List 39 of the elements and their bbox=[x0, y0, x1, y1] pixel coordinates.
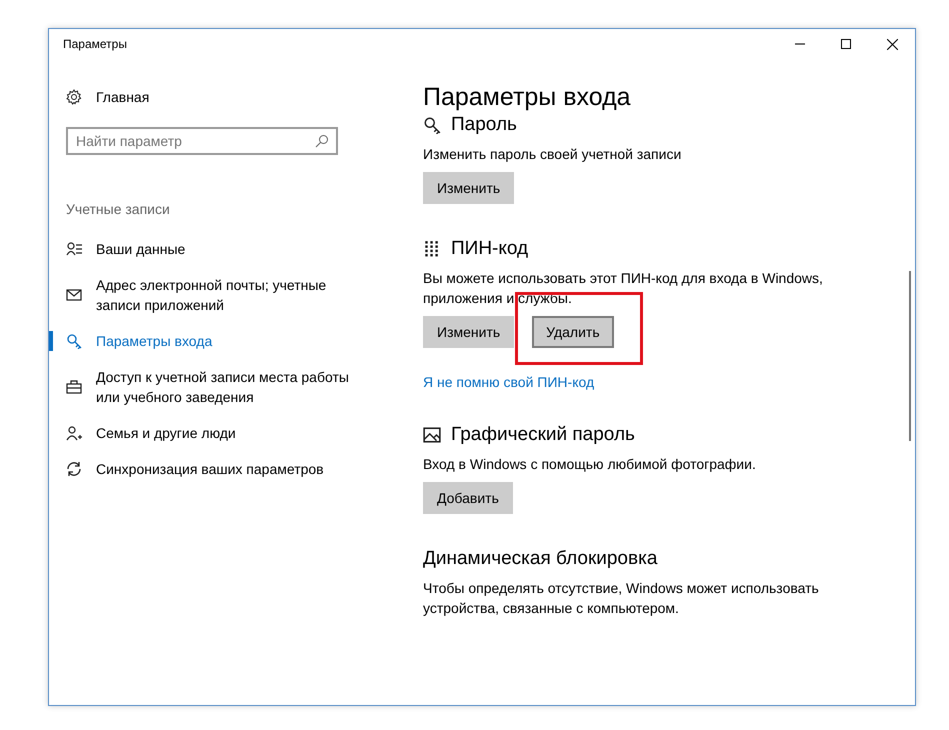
maximize-icon bbox=[841, 39, 851, 49]
close-icon bbox=[886, 38, 898, 50]
minimize-icon bbox=[795, 43, 805, 45]
action-button[interactable]: Изменить bbox=[423, 316, 514, 348]
sidebar-item[interactable]: Адрес электронной почты; учетные записи приложений bbox=[49, 267, 379, 323]
section-heading: Графический пароль bbox=[451, 424, 635, 446]
sidebar-item[interactable]: Синхронизация ваших параметров bbox=[49, 451, 379, 487]
window-title: Параметры bbox=[63, 37, 128, 51]
home-link[interactable]: Главная bbox=[96, 89, 150, 105]
section-description: Чтобы определять отсутствие, Windows может использовать устройства, связанные с компьютером. bbox=[423, 579, 820, 618]
section-heading: Пароль bbox=[451, 114, 517, 136]
key-icon bbox=[423, 116, 441, 134]
keypad-icon bbox=[423, 240, 441, 258]
person-list-icon bbox=[66, 241, 82, 257]
sync-icon bbox=[66, 461, 82, 477]
scrollbar[interactable] bbox=[909, 271, 911, 441]
image-icon bbox=[423, 426, 441, 444]
section-description: Вход в Windows с помощью любимой фотографии. bbox=[423, 455, 757, 474]
action-button[interactable]: Удалить bbox=[532, 316, 614, 348]
action-button[interactable]: Изменить bbox=[423, 172, 514, 204]
page-title: Параметры входа bbox=[423, 83, 632, 112]
section-heading: Динамическая блокировка bbox=[423, 548, 658, 570]
section-description: Вы можете использовать этот ПИН-код для входа в Windows, приложения и службы. bbox=[423, 269, 824, 308]
mail-icon bbox=[66, 287, 82, 303]
settings-icon bbox=[66, 89, 82, 105]
sidebar-item[interactable]: Ваши данные bbox=[49, 231, 379, 267]
action-button[interactable]: Добавить bbox=[423, 482, 513, 514]
search-field[interactable]: Найти параметр bbox=[66, 127, 338, 155]
search-icon bbox=[315, 134, 329, 148]
sidebar-item[interactable]: Параметры входа bbox=[49, 323, 379, 359]
forgot-pin-link[interactable]: Я не помню свой ПИН-код bbox=[423, 374, 594, 390]
section-label: Учетные записи bbox=[66, 201, 171, 217]
sidebar-item[interactable]: Доступ к учетной записи места работы или учебного заведения bbox=[49, 359, 379, 415]
section-heading: ПИН-код bbox=[451, 238, 528, 260]
person-add-icon bbox=[66, 425, 82, 441]
section-description: Изменить пароль своей учетной записи bbox=[423, 145, 682, 164]
briefcase-icon bbox=[66, 379, 82, 395]
key-icon bbox=[66, 333, 82, 349]
sidebar-item[interactable]: Семья и другие люди bbox=[49, 415, 379, 451]
